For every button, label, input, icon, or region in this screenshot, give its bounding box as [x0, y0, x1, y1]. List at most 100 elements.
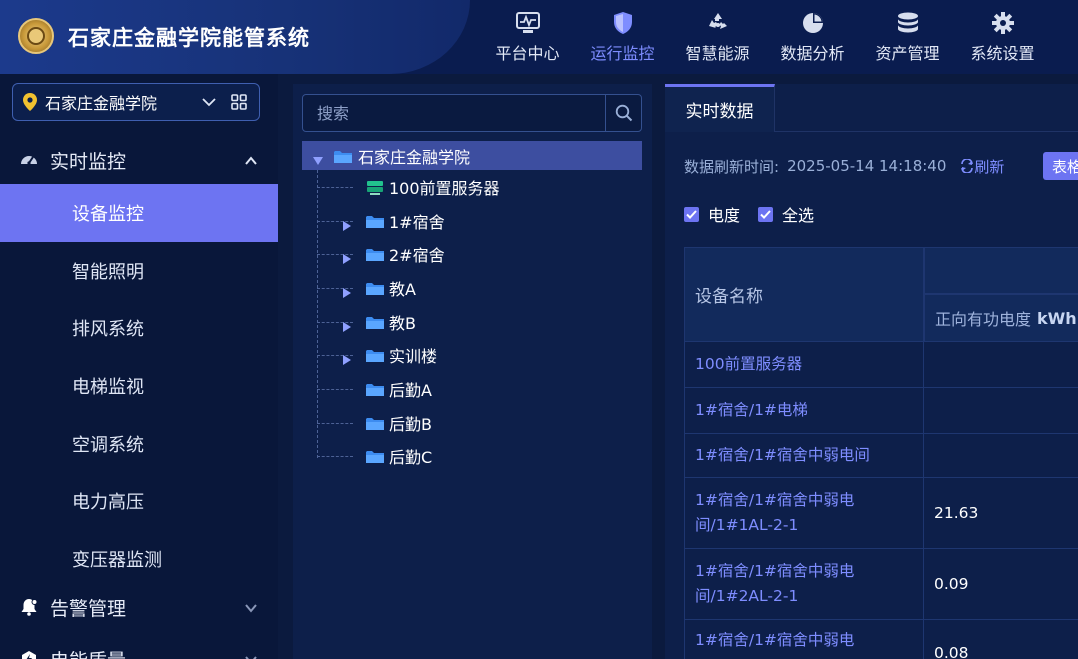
- chevron-down-icon: [244, 600, 258, 614]
- realtime-monitoring-submenu: 设备监控 智能照明 排风系统 电梯监视 空调系统 电力高压 变压器监测: [0, 184, 278, 588]
- top-nav: 平台中心 运行监控 智慧能源 数据分析 资产管理 系统设置: [480, 0, 1050, 74]
- shield-icon: [610, 10, 636, 36]
- device-name-link[interactable]: 1#宿舍/1#宿舍中弱电: [684, 620, 924, 659]
- nav-system-settings[interactable]: 系统设置: [955, 0, 1050, 74]
- table-row: 100前置服务器: [684, 342, 1078, 388]
- caret-down-icon[interactable]: [312, 151, 324, 165]
- tree-search: [302, 94, 642, 132]
- device-name-line: 间/1#2AL-2-1: [695, 587, 799, 605]
- recycle-icon: [705, 10, 731, 36]
- tree-node-dorm-1[interactable]: 1#宿舍: [302, 204, 642, 238]
- dashboard-gauge-icon: [20, 151, 38, 169]
- folder-icon: [366, 416, 384, 430]
- search-input[interactable]: [303, 95, 605, 131]
- column-group-header: [924, 247, 1078, 294]
- tree-node-label: 后勤B: [389, 414, 432, 434]
- nav-data-analysis[interactable]: 数据分析: [765, 0, 860, 74]
- metric-checkboxes: 电度 全选: [684, 202, 832, 226]
- grid-icon[interactable]: [231, 94, 247, 110]
- nav-platform-center[interactable]: 平台中心: [480, 0, 575, 74]
- checkbox-checked-icon: [684, 206, 699, 222]
- folder-icon: [366, 281, 384, 295]
- menu-group-label: 实时监控: [50, 150, 127, 173]
- search-button[interactable]: [605, 95, 641, 131]
- sidebar-item-exhaust-system[interactable]: 排风系统: [0, 299, 278, 357]
- chevron-down-icon[interactable]: [201, 94, 217, 110]
- sidebar-item-device-monitor[interactable]: 设备监控: [0, 184, 278, 242]
- header-brand-area: 石家庄金融学院能管系统: [0, 0, 470, 74]
- table-row: 1#宿舍/1#宿舍中弱电 0.08: [684, 620, 1078, 659]
- table-row: 1#宿舍/1#电梯: [684, 388, 1078, 434]
- nav-smart-energy[interactable]: 智慧能源: [670, 0, 765, 74]
- tree-node-logistics-b[interactable]: 后勤B: [302, 406, 642, 440]
- checkbox-energy[interactable]: 电度: [684, 202, 740, 226]
- column-header-forward-active-energy: 正向有功电度 kWh: [924, 294, 1078, 342]
- table-view-button[interactable]: 表格: [1043, 152, 1078, 180]
- device-name-link[interactable]: 1#宿舍/1#宿舍中弱电 间/1#1AL-2-1: [684, 478, 924, 548]
- tree-node-label: 后勤C: [389, 448, 433, 468]
- chevron-down-icon: [244, 652, 258, 659]
- sidebar-item-elevator-monitor[interactable]: 电梯监视: [0, 357, 278, 415]
- nav-operation-monitor[interactable]: 运行监控: [575, 0, 670, 74]
- alarm-bell-icon: [20, 598, 38, 616]
- tree-node-teaching-a[interactable]: 教A: [302, 271, 642, 305]
- refresh-time-value: 2025-05-14 14:18:40: [787, 157, 947, 175]
- caret-right-icon[interactable]: [342, 317, 352, 332]
- folder-icon: [366, 348, 384, 363]
- device-tree: 石家庄金融学院 100前置服务器 1#宿舍 2#宿舍 教A 教B 实训楼 后勤A…: [302, 141, 642, 473]
- device-name-link[interactable]: 1#宿舍/1#宿舍中弱电 间/1#2AL-2-1: [684, 549, 924, 619]
- refresh-time-label: 数据刷新时间:: [684, 157, 780, 176]
- caret-right-icon[interactable]: [342, 350, 352, 366]
- tree-node-label: 实训楼: [389, 347, 438, 367]
- tab-bar: 实时数据: [665, 84, 1078, 132]
- nav-label: 智慧能源: [685, 44, 750, 63]
- nav-asset-management[interactable]: 资产管理: [860, 0, 955, 74]
- nav-label: 运行监控: [590, 44, 655, 63]
- device-name-link[interactable]: 100前置服务器: [684, 342, 924, 387]
- menu-group-power-quality[interactable]: 电能质量: [0, 633, 278, 659]
- menu-group-alarm-management[interactable]: 告警管理: [0, 581, 278, 633]
- checkbox-checked-icon: [758, 206, 774, 222]
- tree-node-training-building[interactable]: 实训楼: [302, 338, 642, 372]
- menu-group-realtime-monitoring[interactable]: 实时监控: [0, 134, 278, 186]
- menu-group-label: 电能质量: [50, 646, 244, 659]
- energy-value: [924, 388, 1078, 433]
- sidebar-item-smart-lighting[interactable]: 智能照明: [0, 242, 278, 300]
- tree-node-logistics-c[interactable]: 后勤C: [302, 440, 642, 474]
- caret-right-icon[interactable]: [342, 216, 352, 231]
- tree-node-dorm-2[interactable]: 2#宿舍: [302, 237, 642, 271]
- folder-icon: [334, 149, 352, 163]
- folder-icon: [366, 315, 384, 329]
- table-row: 1#宿舍/1#宿舍中弱电 间/1#1AL-2-1 21.63: [684, 478, 1078, 549]
- tree-node-front-server[interactable]: 100前置服务器: [302, 170, 642, 204]
- sidebar-item-air-conditioning[interactable]: 空调系统: [0, 415, 278, 473]
- device-name-line: 1#宿舍/1#宿舍中弱电: [695, 491, 855, 509]
- device-name-link[interactable]: 1#宿舍/1#电梯: [684, 388, 924, 433]
- device-tree-panel: 石家庄金融学院 100前置服务器 1#宿舍 2#宿舍 教A: [293, 84, 652, 659]
- tab-realtime-data[interactable]: 实时数据: [665, 84, 775, 132]
- top-header: 石家庄金融学院能管系统 平台中心 运行监控 智慧能源 数据分析 资产管理 系统设…: [0, 0, 1078, 74]
- folder-icon: [366, 247, 384, 262]
- tree-node-label: 教A: [389, 279, 416, 299]
- caret-right-icon[interactable]: [342, 249, 352, 265]
- energy-value: [924, 342, 1078, 387]
- tree-node-label: 1#宿舍: [389, 212, 445, 232]
- energy-value: 21.63: [934, 504, 979, 522]
- device-name-link[interactable]: 1#宿舍/1#宿舍中弱电间: [684, 434, 924, 477]
- sidebar-item-high-voltage[interactable]: 电力高压: [0, 472, 278, 530]
- tree-node-teaching-b[interactable]: 教B: [302, 305, 642, 339]
- refresh-icon: [961, 159, 974, 173]
- nav-label: 系统设置: [970, 44, 1035, 63]
- caret-right-icon[interactable]: [342, 283, 352, 298]
- table-row: 1#宿舍/1#宿舍中弱电 间/1#2AL-2-1 0.09: [684, 549, 1078, 620]
- app-title: 石家庄金融学院能管系统: [68, 26, 310, 50]
- org-selector[interactable]: 石家庄金融学院: [12, 83, 260, 121]
- tree-root-node[interactable]: 石家庄金融学院: [302, 141, 642, 170]
- checkbox-select-all[interactable]: 全选: [758, 202, 814, 226]
- refresh-button[interactable]: 刷新: [960, 156, 1004, 177]
- tree-node-label: 石家庄金融学院: [358, 147, 471, 167]
- sidebar-item-transformer-monitor[interactable]: 变压器监测: [0, 530, 278, 588]
- school-logo: [18, 18, 54, 54]
- nav-label: 资产管理: [875, 44, 940, 63]
- tree-node-logistics-a[interactable]: 后勤A: [302, 372, 642, 406]
